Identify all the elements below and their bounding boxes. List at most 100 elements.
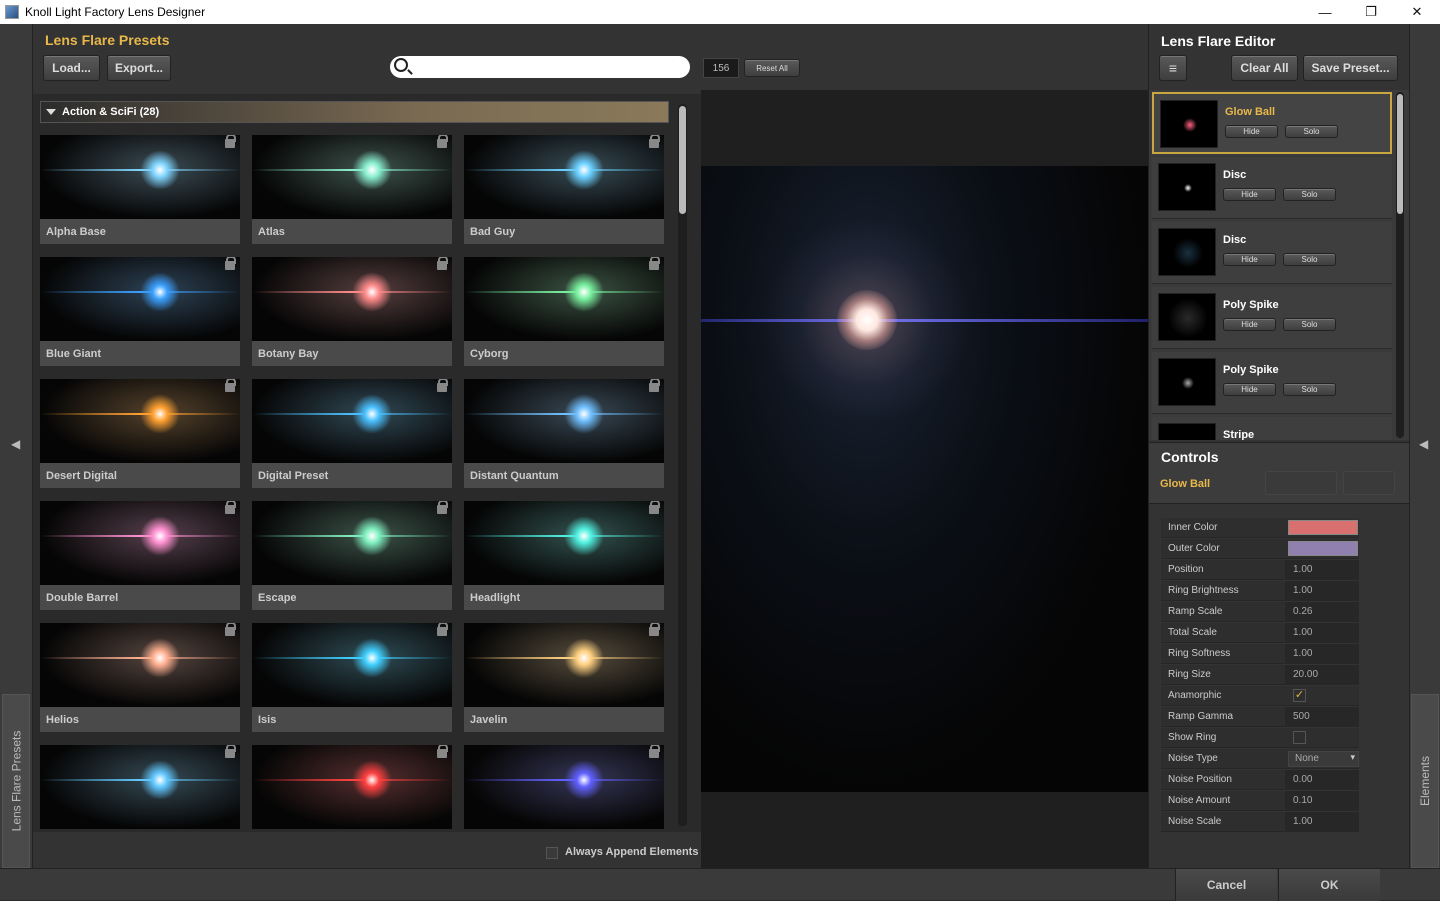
property-value-field[interactable]: 20.00 [1285, 665, 1359, 685]
hide-button[interactable]: Hide [1223, 188, 1276, 201]
clear-all-button[interactable]: Clear All [1231, 55, 1298, 81]
preset-flare [564, 638, 604, 678]
reset-all-button[interactable]: Reset All [744, 59, 800, 77]
property-value-field[interactable]: 1.00 [1285, 581, 1359, 601]
category-header[interactable]: Action & SciFi (28) [40, 101, 669, 123]
property-value-field[interactable]: 0.00 [1285, 770, 1359, 790]
save-preset-button[interactable]: Save Preset... [1303, 55, 1398, 81]
element-thumbnail [1160, 100, 1218, 148]
solo-button[interactable]: Solo [1283, 188, 1336, 201]
controls-title: Controls [1161, 449, 1219, 465]
solo-button[interactable]: Solo [1283, 383, 1336, 396]
preset-flare [564, 272, 604, 312]
ok-button[interactable]: OK [1278, 869, 1380, 901]
color-swatch[interactable] [1288, 520, 1358, 535]
solo-button[interactable]: Solo [1285, 125, 1338, 138]
always-append-checkbox[interactable] [546, 847, 558, 859]
hide-button[interactable]: Hide [1223, 318, 1276, 331]
element-item[interactable]: Poly Spike Hide Solo [1152, 287, 1392, 349]
preset-label: Alpha Base [40, 219, 240, 244]
preset-flare [564, 516, 604, 556]
preset-tile[interactable]: Alpha Base [40, 135, 240, 245]
property-value-field[interactable]: 0.26 [1285, 602, 1359, 622]
preset-thumbnail [252, 257, 452, 341]
collapse-right-arrow-icon[interactable]: ◀ [1419, 437, 1428, 451]
hide-button[interactable]: Hide [1223, 253, 1276, 266]
search-input[interactable] [390, 56, 690, 78]
preset-flare [352, 760, 392, 800]
property-checkbox[interactable]: ✓ [1293, 689, 1306, 702]
property-label: Position [1168, 564, 1204, 575]
hide-button[interactable]: Hide [1223, 383, 1276, 396]
load-button[interactable]: Load... [43, 55, 100, 81]
preset-tile[interactable]: Helios [40, 623, 240, 733]
lock-icon [225, 501, 236, 514]
preset-thumbnail [464, 745, 664, 829]
presets-scroll-thumb[interactable] [679, 106, 686, 214]
tab-lens-flare-presets[interactable]: Lens Flare Presets [2, 694, 30, 868]
preset-tile[interactable]: Bad Guy [464, 135, 664, 245]
property-value-field[interactable]: 1.00 [1285, 644, 1359, 664]
preset-tile[interactable]: Cyborg [464, 257, 664, 367]
lock-icon [225, 745, 236, 758]
property-row: Inner Color [1161, 518, 1359, 538]
cancel-button[interactable]: Cancel [1175, 869, 1277, 901]
presets-scrollbar[interactable] [678, 104, 687, 826]
element-name: Poly Spike [1223, 299, 1279, 311]
property-checkbox[interactable] [1293, 731, 1306, 744]
export-button[interactable]: Export... [107, 55, 171, 81]
color-swatch[interactable] [1288, 541, 1358, 556]
preset-label: Desert Digital [40, 463, 240, 488]
solo-button[interactable]: Solo [1283, 318, 1336, 331]
preset-tile[interactable]: Escape [252, 501, 452, 611]
preset-tile[interactable] [464, 745, 664, 832]
preset-thumbnail [464, 379, 664, 463]
element-item[interactable]: Disc Hide Solo [1152, 157, 1392, 219]
menu-icon[interactable]: ≡ [1159, 55, 1187, 81]
frame-number-field[interactable]: 156 [703, 58, 739, 78]
preset-tile[interactable]: Atlas [252, 135, 452, 245]
element-item[interactable]: Disc Hide Solo [1152, 222, 1392, 284]
element-list-scroll-thumb[interactable] [1397, 94, 1403, 214]
preset-tile[interactable]: Digital Preset [252, 379, 452, 489]
preset-tile[interactable]: Headlight [464, 501, 664, 611]
property-label: Anamorphic [1168, 690, 1222, 701]
element-item[interactable]: Stripe [1152, 417, 1392, 440]
element-preview-shape [1183, 118, 1197, 132]
preset-tile[interactable] [40, 745, 240, 832]
element-item[interactable]: Glow Ball Hide Solo [1152, 92, 1392, 154]
preset-flare [564, 760, 604, 800]
preset-tile[interactable]: Desert Digital [40, 379, 240, 489]
property-value-field[interactable]: 500 [1285, 707, 1359, 727]
maximize-button[interactable]: ❐ [1348, 0, 1394, 24]
flare-preview[interactable] [701, 166, 1148, 792]
preset-tile[interactable]: Isis [252, 623, 452, 733]
element-thumbnail [1158, 228, 1216, 276]
tab-elements-label: Elements [1418, 755, 1432, 807]
preset-tile[interactable] [252, 745, 452, 832]
property-value-field[interactable]: 1.00 [1285, 812, 1359, 832]
property-value-field[interactable]: 1.00 [1285, 560, 1359, 580]
controls-selected-element: Glow Ball [1160, 478, 1211, 490]
preset-tile[interactable]: Botany Bay [252, 257, 452, 367]
tab-elements[interactable]: Elements [1411, 694, 1439, 868]
property-value-field[interactable]: 0.10 [1285, 791, 1359, 811]
solo-button[interactable]: Solo [1283, 253, 1336, 266]
collapse-left-arrow-icon[interactable]: ◀ [11, 437, 20, 451]
hide-button[interactable]: Hide [1225, 125, 1278, 138]
element-item[interactable]: Poly Spike Hide Solo [1152, 352, 1392, 414]
preset-thumbnail [464, 257, 664, 341]
flare-core [837, 290, 897, 350]
preset-thumbnail [40, 745, 240, 829]
preset-tile[interactable]: Javelin [464, 623, 664, 733]
minimize-button[interactable]: — [1302, 0, 1348, 24]
preset-tile[interactable]: Blue Giant [40, 257, 240, 367]
close-button[interactable]: ✕ [1394, 0, 1440, 24]
preset-tile[interactable]: Double Barrel [40, 501, 240, 611]
noise-type-select[interactable]: None [1288, 751, 1359, 767]
lock-icon [649, 257, 660, 270]
search-icon [394, 58, 408, 72]
preset-thumbnail [252, 501, 452, 585]
preset-tile[interactable]: Distant Quantum [464, 379, 664, 489]
property-value-field[interactable]: 1.00 [1285, 623, 1359, 643]
